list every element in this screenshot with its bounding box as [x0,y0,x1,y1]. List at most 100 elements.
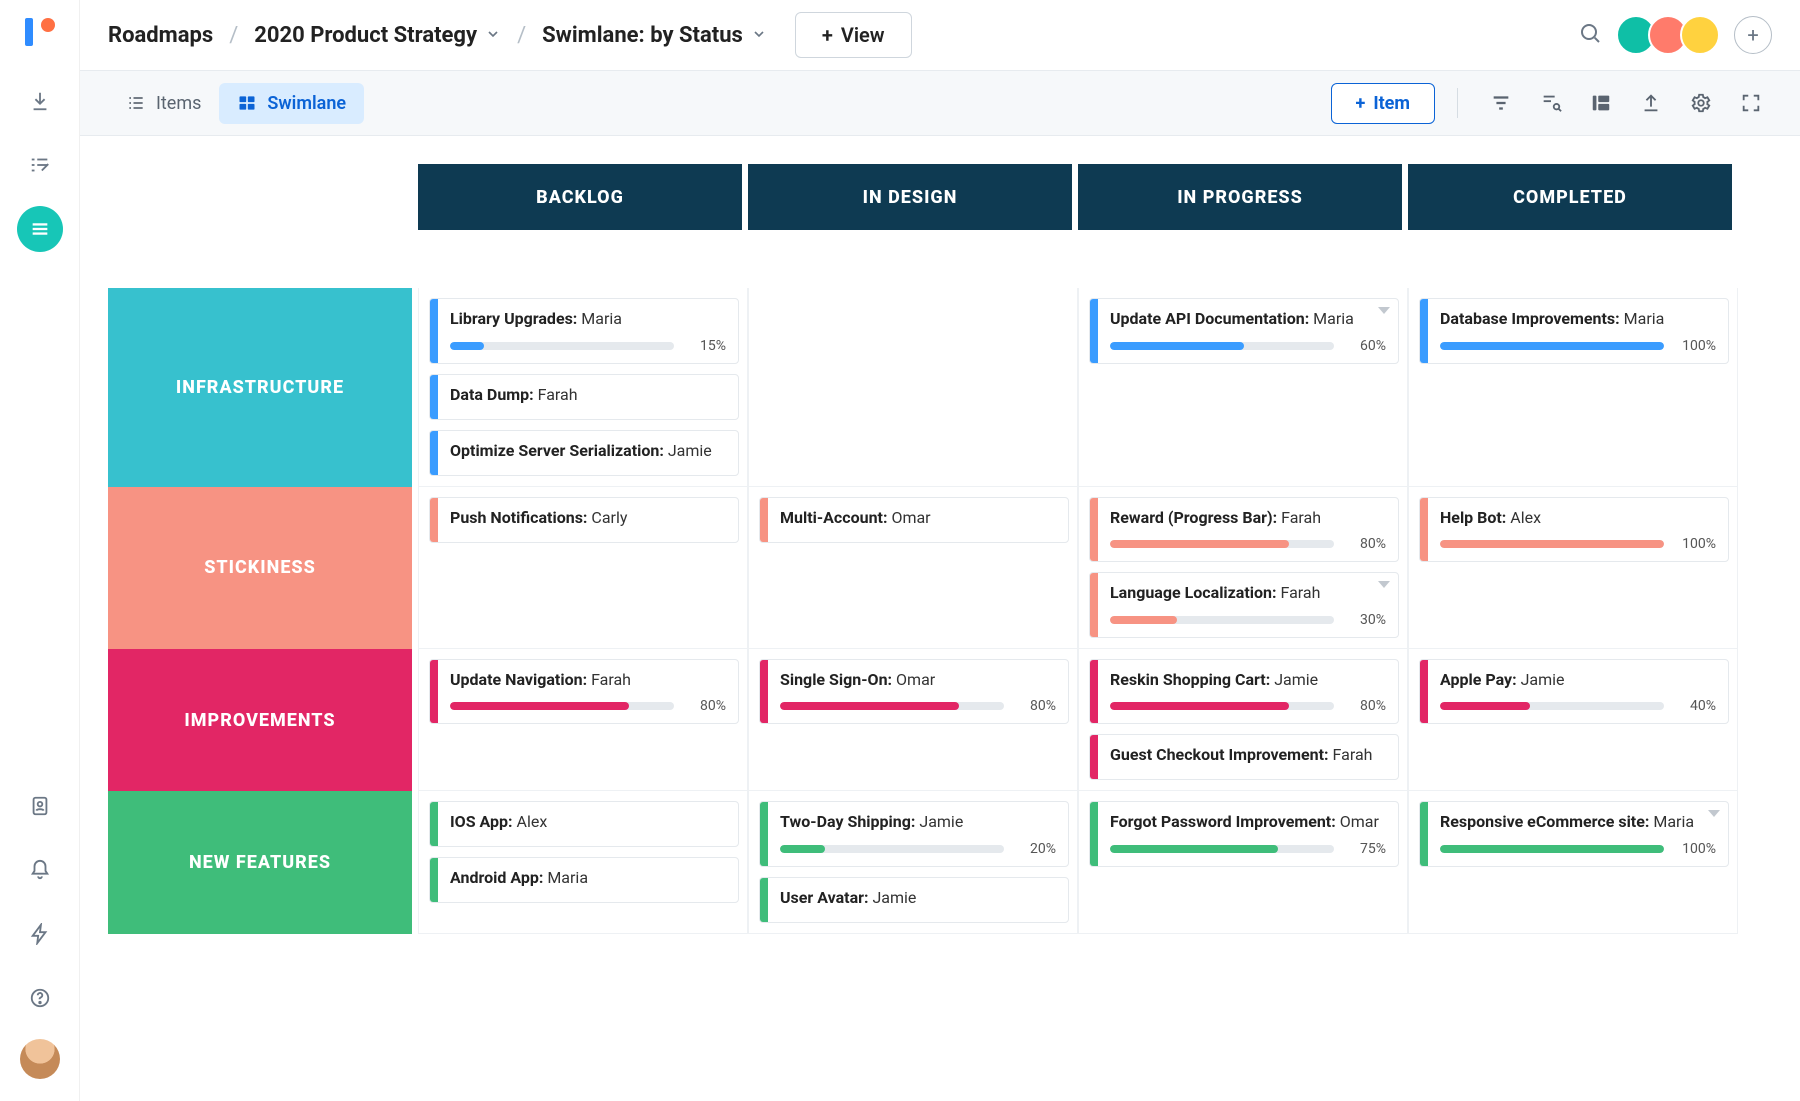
card-stripe [1090,498,1098,562]
card[interactable]: Guest Checkout Improvement: Farah [1089,734,1399,780]
layout-icon[interactable] [1580,82,1622,124]
card-stripe [1090,573,1098,637]
download-icon[interactable] [17,78,63,124]
chevron-down-icon[interactable] [1708,810,1720,817]
chevron-down-icon[interactable] [1378,307,1390,314]
lane-cell[interactable]: Multi-Account: Omar [748,487,1078,649]
card-stripe [430,431,438,475]
card-stripe [430,498,438,542]
card[interactable]: Database Improvements: Maria100% [1419,298,1729,364]
avatar[interactable] [1680,15,1720,55]
card[interactable]: Multi-Account: Omar [759,497,1069,543]
card[interactable]: Forgot Password Improvement: Omar75% [1089,801,1399,867]
card[interactable]: Update API Documentation: Maria 60% [1089,298,1399,364]
lane-cell[interactable]: Database Improvements: Maria100% [1408,288,1738,487]
card[interactable]: Update Navigation: Farah80% [429,659,739,725]
app-logo[interactable] [25,18,55,48]
lane-cell[interactable]: IOS App: Alex Android App: Maria [418,791,748,934]
card[interactable]: Reskin Shopping Cart: Jamie80% [1089,659,1399,725]
card[interactable]: Language Localization: Farah 30% [1089,572,1399,638]
lane-cell[interactable]: Apple Pay: Jamie40% [1408,649,1738,792]
lane-cell[interactable]: Forgot Password Improvement: Omar75% [1078,791,1408,934]
card[interactable]: Android App: Maria [429,857,739,903]
card-stripe [430,299,438,363]
search-icon[interactable] [1578,21,1602,49]
help-icon[interactable] [17,975,63,1021]
breadcrumb-view[interactable]: Swimlane: by Status [501,23,767,48]
card-title: Language Localization: Farah [1110,582,1386,604]
progress-value: 60% [1344,338,1386,354]
lane-cell[interactable]: Update Navigation: Farah80% [418,649,748,792]
lane-cell[interactable] [748,288,1078,487]
progress-bar: 30% [1110,612,1386,628]
lane-header[interactable]: Improvements [108,649,412,792]
add-view-button[interactable]: + View [795,12,912,58]
lane-cell[interactable]: Responsive eCommerce site: Maria 100% [1408,791,1738,934]
add-view-label: View [841,23,885,47]
card[interactable]: Reward (Progress Bar): Farah80% [1089,497,1399,563]
card[interactable]: Two-Day Shipping: Jamie20% [759,801,1069,867]
tab-items[interactable]: Items [108,83,219,124]
board-corner [108,164,418,244]
bolt-icon[interactable] [17,911,63,957]
breadcrumb-root[interactable]: Roadmaps [108,23,213,48]
left-nav-rail [0,0,80,1101]
current-user-avatar[interactable] [20,1039,60,1079]
card[interactable]: User Avatar: Jamie [759,877,1069,923]
invite-button[interactable]: + [1734,16,1772,54]
card-title: User Avatar: Jamie [780,887,1056,909]
lane-cell[interactable]: Reward (Progress Bar): Farah80% Language … [1078,487,1408,649]
lane-cell[interactable]: Help Bot: Alex100% [1408,487,1738,649]
lane-cell[interactable]: Single Sign-On: Omar 80% [748,649,1078,792]
tab-swimlane[interactable]: Swimlane [219,83,364,124]
card-stripe [1420,660,1428,724]
collaborator-avatars[interactable] [1616,15,1720,55]
lane-cell[interactable]: Reskin Shopping Cart: Jamie80% Guest Chec… [1078,649,1408,792]
plus-icon: + [822,23,833,47]
card[interactable]: Responsive eCommerce site: Maria 100% [1419,801,1729,867]
swimlane-view-icon[interactable] [17,206,63,252]
progress-value: 80% [1344,536,1386,552]
card-title: Update API Documentation: Maria [1110,308,1386,330]
breadcrumb-project[interactable]: 2020 Product Strategy [213,23,501,48]
card[interactable]: IOS App: Alex [429,801,739,847]
fullscreen-icon[interactable] [1730,82,1772,124]
breadcrumb-root-label: Roadmaps [108,23,213,48]
progress-value: 100% [1674,338,1716,354]
card[interactable]: Optimize Server Serialization: Jamie [429,430,739,476]
progress-value: 80% [1014,698,1056,714]
card[interactable]: Apple Pay: Jamie40% [1419,659,1729,725]
card[interactable]: Help Bot: Alex100% [1419,497,1729,563]
gear-icon[interactable] [1680,82,1722,124]
toolbar: Items Swimlane + Item [80,70,1800,136]
card[interactable]: Single Sign-On: Omar 80% [759,659,1069,725]
chevron-down-icon[interactable] [1378,581,1390,588]
card[interactable]: Push Notifications: Carly [429,497,739,543]
progress-value: 15% [684,338,726,354]
lane-header[interactable]: New Features [108,791,412,934]
lane-header[interactable]: Stickiness [108,487,412,649]
card[interactable]: Data Dump: Farah [429,374,739,420]
progress-value: 100% [1674,841,1716,857]
card[interactable]: Library Upgrades: Maria15% [429,298,739,364]
plus-icon: + [1356,93,1366,114]
breadcrumb-project-label: 2020 Product Strategy [254,23,477,48]
card-title: Two-Day Shipping: Jamie [780,811,1056,833]
card-stripe [430,802,438,846]
card-stripe [1090,660,1098,724]
checklist-icon[interactable] [17,142,63,188]
bell-icon[interactable] [17,847,63,893]
filter-icon[interactable] [1480,82,1522,124]
lane-cell[interactable]: Push Notifications: Carly [418,487,748,649]
contacts-icon[interactable] [17,783,63,829]
lane-header[interactable]: Infrastructure [108,288,412,487]
add-item-button[interactable]: + Item [1331,83,1435,124]
export-icon[interactable] [1630,82,1672,124]
lane-cell[interactable]: Two-Day Shipping: Jamie20% User Avatar: J… [748,791,1078,934]
card-title: Single Sign-On: Omar [780,669,1056,691]
lane-cell[interactable]: Update API Documentation: Maria 60% [1078,288,1408,487]
card-title: Help Bot: Alex [1440,507,1716,529]
link-filter-icon[interactable] [1530,82,1572,124]
lane-cell[interactable]: Library Upgrades: Maria15% Data Dump: Far… [418,288,748,487]
card-title: Responsive eCommerce site: Maria [1440,811,1716,833]
